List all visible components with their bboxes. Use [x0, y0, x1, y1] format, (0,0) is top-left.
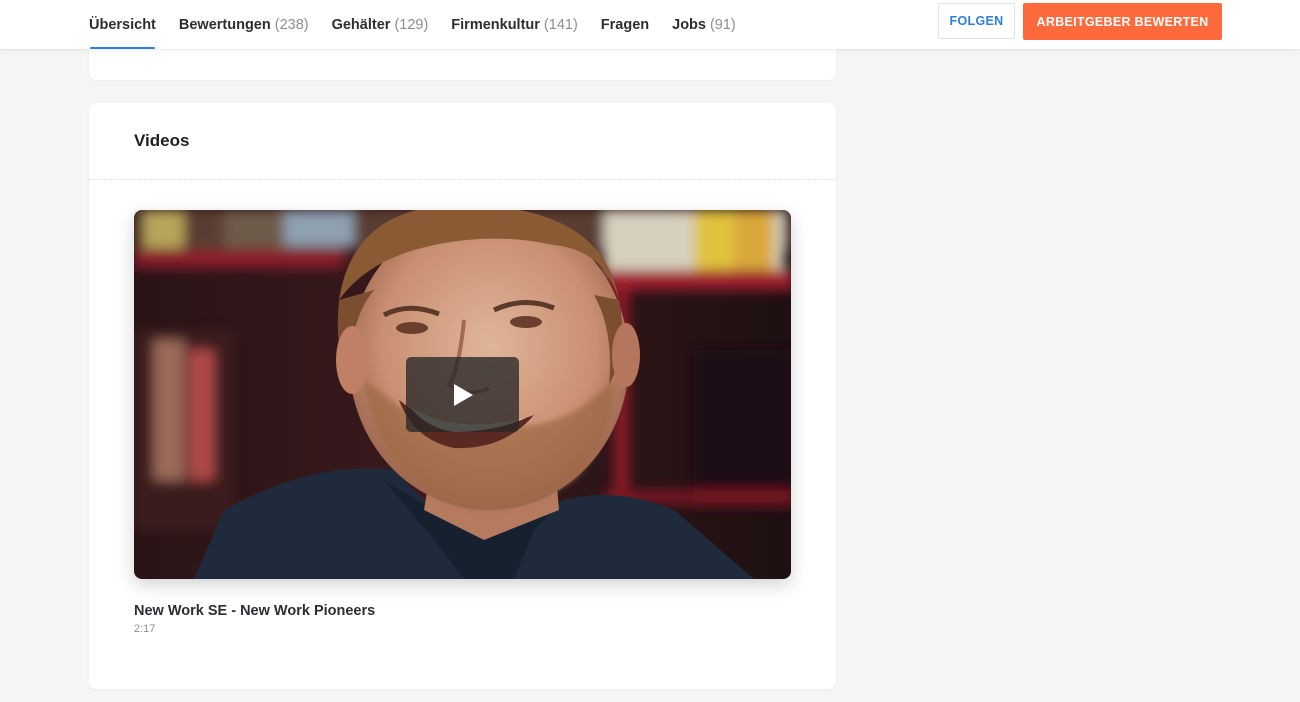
tab-jobs[interactable]: Jobs (91): [672, 0, 736, 49]
tab-reviews[interactable]: Bewertungen (238): [179, 0, 309, 49]
play-icon: [453, 383, 473, 406]
section-title: Videos: [134, 131, 190, 150]
tab-count: (238): [274, 16, 309, 33]
tab-label: Fragen: [600, 16, 650, 33]
rate-employer-button[interactable]: ARBEITGEBER BEWERTEN: [1023, 3, 1222, 40]
play-button[interactable]: [406, 357, 519, 432]
tab-salaries[interactable]: Gehälter (129): [332, 0, 429, 49]
section-divider: [89, 179, 836, 180]
video-duration: 2:17: [134, 623, 156, 635]
tab-label: Gehälter: [331, 16, 391, 33]
tab-label: Übersicht: [89, 16, 156, 33]
tab-count: (141): [543, 16, 578, 33]
video-title[interactable]: New Work SE - New Work Pioneers: [134, 603, 375, 619]
tab-overview[interactable]: Übersicht: [89, 0, 156, 49]
follow-button[interactable]: FOLGEN: [938, 3, 1015, 39]
videos-card: Videos New Work SE - New Work Pioneers 2…: [89, 103, 836, 689]
tab-label: Firmenkultur: [451, 16, 540, 33]
tab-questions[interactable]: Fragen: [601, 0, 649, 49]
tab-count: (129): [394, 16, 429, 33]
tab-label: Bewertungen: [178, 16, 271, 33]
tab-label: Jobs: [672, 16, 706, 33]
profile-tabs: Übersicht Bewertungen (238) Gehälter (12…: [89, 0, 759, 49]
video-thumbnail[interactable]: [134, 210, 791, 579]
tab-company-culture[interactable]: Firmenkultur (141): [451, 0, 577, 49]
tab-count: (91): [709, 16, 736, 33]
top-navigation-bar: Übersicht Bewertungen (238) Gehälter (12…: [0, 0, 1300, 49]
